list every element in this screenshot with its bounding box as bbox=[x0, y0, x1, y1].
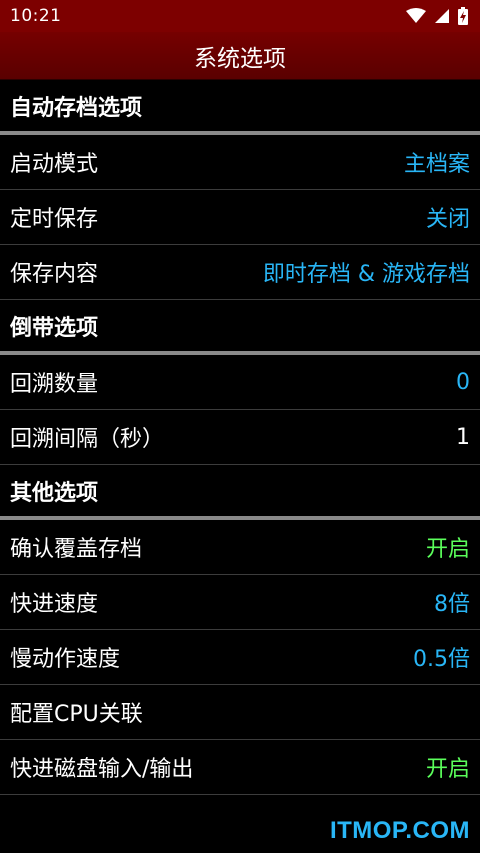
setting-label: 启动模式 bbox=[10, 152, 99, 177]
battery-charging-icon bbox=[458, 7, 468, 25]
setting-label: 快进磁盘输入/输出 bbox=[10, 757, 194, 782]
setting-slow-motion-speed[interactable]: 慢动作速度 0.5倍 bbox=[0, 630, 480, 685]
section-header-other: 其他选项 bbox=[0, 465, 480, 520]
section-title: 其他选项 bbox=[10, 480, 99, 506]
section-title: 自动存档选项 bbox=[10, 95, 143, 121]
signal-icon bbox=[435, 9, 449, 23]
setting-value: 0.5倍 bbox=[413, 647, 470, 672]
status-time: 10:21 bbox=[10, 6, 62, 26]
setting-label: 保存内容 bbox=[10, 262, 99, 287]
setting-value: 即时存档 & 游戏存档 bbox=[262, 262, 470, 287]
setting-label: 配置CPU关联 bbox=[10, 702, 143, 727]
setting-fast-forward-speed[interactable]: 快进速度 8倍 bbox=[0, 575, 480, 630]
page-title: 系统选项 bbox=[194, 45, 286, 72]
section-header-autosave: 自动存档选项 bbox=[0, 80, 480, 135]
setting-value: 开启 bbox=[425, 537, 470, 562]
setting-rewind-count[interactable]: 回溯数量 0 bbox=[0, 355, 480, 410]
setting-label: 回溯间隔（秒） bbox=[10, 427, 165, 452]
setting-save-content[interactable]: 保存内容 即时存档 & 游戏存档 bbox=[0, 245, 480, 300]
section-header-rewind: 倒带选项 bbox=[0, 300, 480, 355]
setting-label: 定时保存 bbox=[10, 207, 99, 232]
watermark: ITMOP.COM bbox=[329, 817, 470, 844]
status-icons bbox=[406, 7, 468, 25]
setting-confirm-overwrite[interactable]: 确认覆盖存档 开启 bbox=[0, 520, 480, 575]
setting-startup-mode[interactable]: 启动模式 主档案 bbox=[0, 135, 480, 190]
status-bar: 10:21 bbox=[0, 0, 480, 32]
setting-value: 开启 bbox=[425, 757, 470, 782]
setting-timed-save[interactable]: 定时保存 关闭 bbox=[0, 190, 480, 245]
settings-list: 自动存档选项 启动模式 主档案 定时保存 关闭 保存内容 即时存档 & 游戏存档… bbox=[0, 80, 480, 795]
setting-label: 快进速度 bbox=[10, 592, 99, 617]
setting-label: 慢动作速度 bbox=[10, 647, 121, 672]
wifi-icon bbox=[406, 8, 426, 23]
setting-fast-forward-disk-io[interactable]: 快进磁盘输入/输出 开启 bbox=[0, 740, 480, 795]
setting-cpu-affinity[interactable]: 配置CPU关联 bbox=[0, 685, 480, 740]
setting-value: 主档案 bbox=[403, 152, 470, 177]
app-bar: 系统选项 bbox=[0, 32, 480, 80]
setting-label: 回溯数量 bbox=[10, 372, 99, 397]
section-title: 倒带选项 bbox=[10, 315, 99, 341]
setting-value: 关闭 bbox=[425, 207, 470, 232]
setting-label: 确认覆盖存档 bbox=[10, 537, 143, 562]
setting-value: 1 bbox=[456, 424, 470, 450]
setting-value: 8倍 bbox=[434, 592, 470, 617]
setting-rewind-interval[interactable]: 回溯间隔（秒） 1 bbox=[0, 410, 480, 465]
setting-value: 0 bbox=[456, 369, 470, 395]
